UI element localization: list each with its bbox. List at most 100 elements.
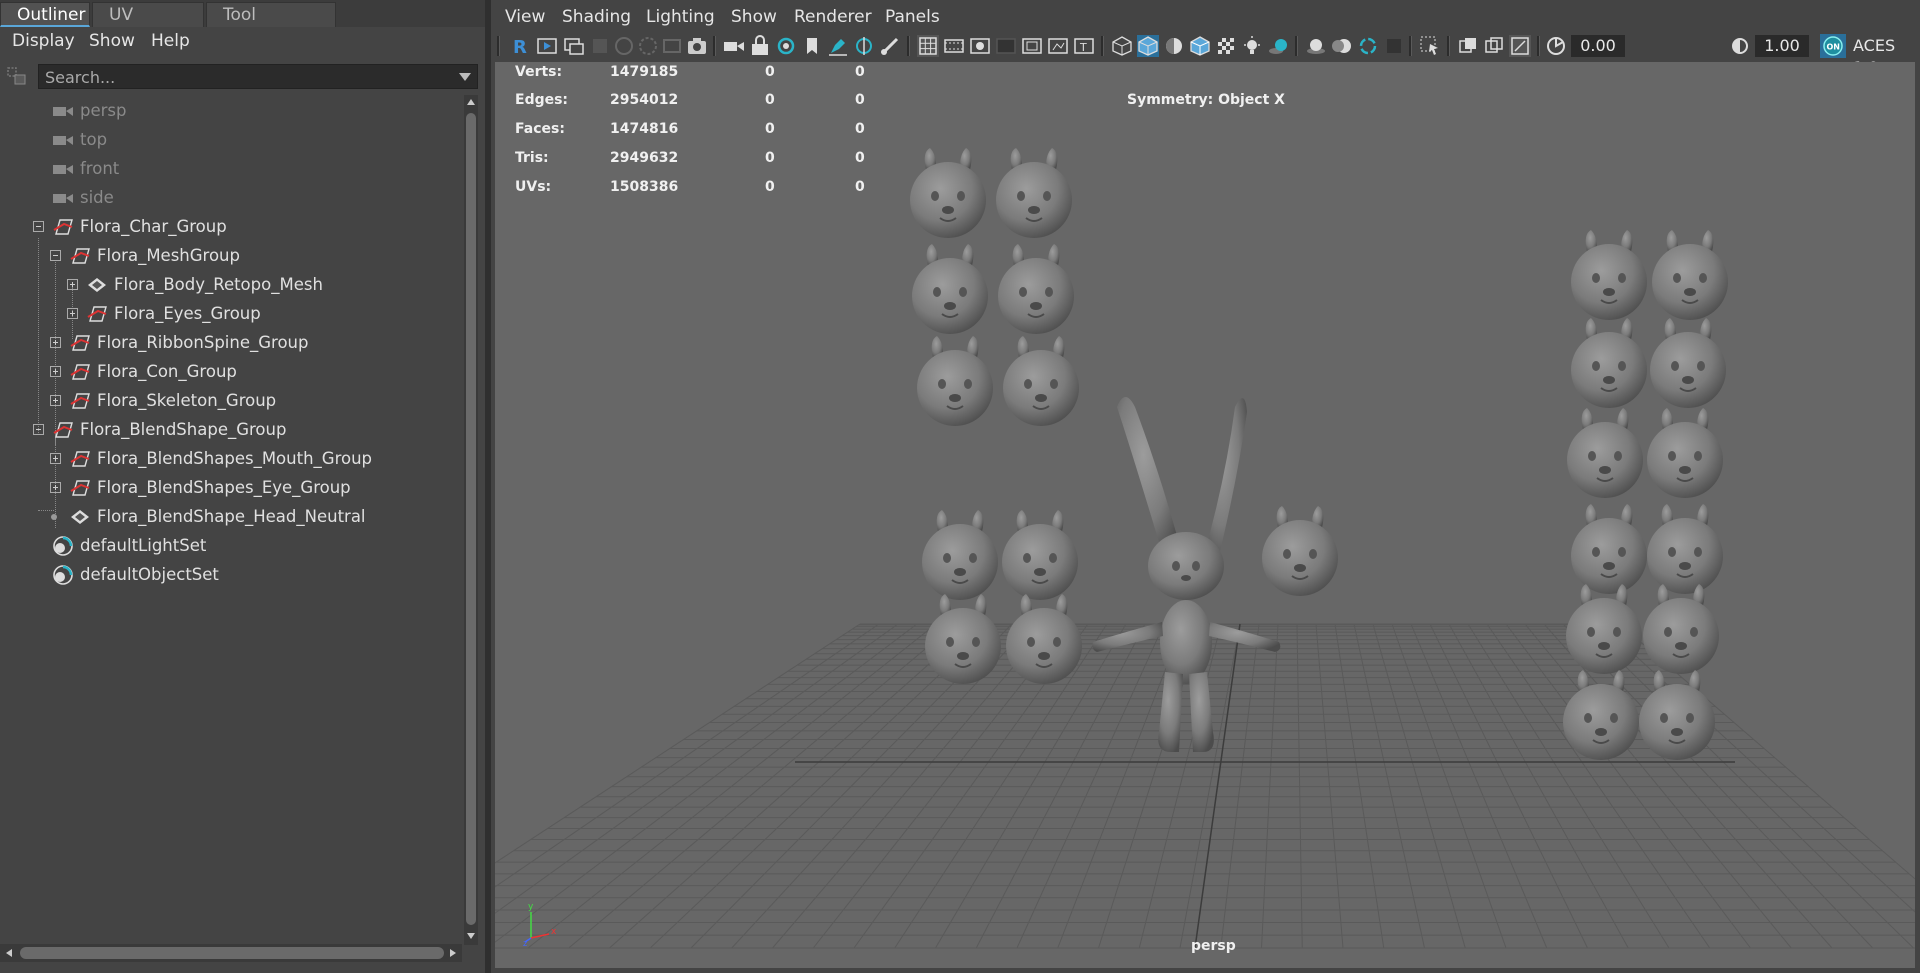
expand-icon[interactable]: [67, 308, 78, 319]
menu-panels[interactable]: Panels: [885, 7, 940, 27]
grid-icon[interactable]: [917, 35, 939, 57]
gamma-icon[interactable]: [1729, 35, 1751, 57]
3d-viewport[interactable]: Verts: 1479185 0 0 Edges: 2954012 0 0 Fa…: [495, 62, 1915, 968]
list-item[interactable]: Flora_RibbonSpine_Group: [0, 329, 462, 357]
scrollbar-thumb[interactable]: [466, 113, 476, 925]
tab-outliner[interactable]: Outliner: [0, 2, 90, 27]
list-item[interactable]: Flora_BlendShapes_Mouth_Group: [0, 445, 462, 473]
collapse-icon[interactable]: [33, 221, 44, 232]
gamma-field[interactable]: 1.00: [1755, 35, 1809, 57]
menu-view[interactable]: View: [505, 7, 545, 27]
anti-aliasing-icon[interactable]: [1357, 35, 1379, 57]
menu-shading[interactable]: Shading: [562, 7, 631, 27]
search-field[interactable]: [38, 64, 478, 89]
safe-action-icon[interactable]: [1047, 35, 1069, 57]
list-item[interactable]: front: [0, 155, 462, 183]
ambient-occlusion-icon[interactable]: [1305, 35, 1327, 57]
list-item[interactable]: defaultObjectSet: [0, 561, 462, 589]
collapse-icon[interactable]: [33, 424, 44, 435]
resolution-gate-icon[interactable]: [969, 35, 991, 57]
collapse-icon[interactable]: [50, 250, 61, 261]
expand-icon[interactable]: [50, 395, 61, 406]
camera-attributes-icon[interactable]: [536, 35, 558, 57]
menu-show[interactable]: Show: [89, 31, 135, 51]
color-management-icon[interactable]: ON: [1820, 34, 1846, 58]
camera-settings-icon[interactable]: [775, 35, 797, 57]
expand-icon[interactable]: [50, 453, 61, 464]
image-plane-icon[interactable]: [589, 35, 611, 57]
search-dropdown-icon[interactable]: [459, 73, 471, 81]
list-item[interactable]: Flora_Char_Group: [0, 213, 462, 241]
list-item[interactable]: Flora_BlendShape_Head_Neutral: [0, 503, 462, 531]
expand-icon[interactable]: [50, 482, 61, 493]
shadows-icon[interactable]: [1267, 35, 1289, 57]
tab-tool-settings[interactable]: Tool Settings: [206, 2, 336, 50]
grid-toggle-icon[interactable]: [613, 35, 635, 57]
wireframe-icon[interactable]: [1111, 35, 1133, 57]
list-item[interactable]: Flora_BlendShapes_Eye_Group: [0, 474, 462, 502]
horizontal-scrollbar[interactable]: [0, 944, 462, 962]
smooth-shade-icon[interactable]: [1137, 35, 1159, 57]
textured-icon[interactable]: [1215, 35, 1237, 57]
list-item[interactable]: Flora_MeshGroup: [0, 242, 462, 270]
menu-help[interactable]: Help: [151, 31, 190, 51]
motion-blur-icon[interactable]: [1331, 35, 1353, 57]
film-gate-icon[interactable]: [943, 35, 965, 57]
gate-mask-icon[interactable]: [995, 35, 1017, 57]
list-item[interactable]: Flora_Body_Retopo_Mesh: [0, 271, 462, 299]
list-item[interactable]: side: [0, 184, 462, 212]
view-transform-dropdown[interactable]: ACES 1.0: [1849, 35, 1920, 77]
snapshot-icon[interactable]: [686, 35, 708, 57]
menu-lighting[interactable]: Lighting: [646, 7, 715, 27]
scroll-up-icon[interactable]: [466, 97, 476, 107]
wireframe-on-shaded-icon[interactable]: [1189, 35, 1211, 57]
scroll-left-icon[interactable]: [4, 948, 14, 958]
list-item[interactable]: top: [0, 126, 462, 154]
expand-icon[interactable]: [50, 366, 61, 377]
expand-icon[interactable]: [67, 279, 78, 290]
menu-show[interactable]: Show: [731, 7, 777, 27]
isolate-select-icon[interactable]: [1419, 35, 1441, 57]
tab-uv-editor[interactable]: UV Editor: [92, 2, 204, 50]
scene-view[interactable]: [495, 62, 1915, 968]
exposure-icon[interactable]: [1545, 35, 1567, 57]
select-camera-icon[interactable]: R: [509, 35, 531, 57]
manipulator-icon[interactable]: [853, 35, 875, 57]
list-item[interactable]: Flora_Skeleton_Group: [0, 387, 462, 415]
menu-display[interactable]: Display: [12, 31, 75, 51]
list-item[interactable]: defaultLightSet: [0, 532, 462, 560]
resolution-gate-icon[interactable]: [661, 35, 683, 57]
scroll-right-icon[interactable]: [448, 948, 458, 958]
filter-icon[interactable]: [6, 65, 28, 87]
group-icon: [70, 393, 90, 409]
field-chart-icon[interactable]: [1021, 35, 1043, 57]
default-material-icon[interactable]: [1163, 35, 1185, 57]
camera-icon[interactable]: [723, 35, 745, 57]
list-item[interactable]: Flora_BlendShape_Group: [0, 416, 462, 444]
lock-camera-icon[interactable]: [749, 35, 771, 57]
xray-joints-icon[interactable]: [1483, 35, 1505, 57]
menu-renderer[interactable]: Renderer: [794, 7, 872, 27]
list-item[interactable]: persp: [0, 97, 462, 125]
expand-icon[interactable]: [50, 337, 61, 348]
depth-of-field-icon[interactable]: [1383, 35, 1405, 57]
scrollbar-thumb[interactable]: [20, 947, 444, 959]
blendshape-head: [1566, 584, 1642, 674]
vertical-scrollbar[interactable]: [464, 95, 478, 945]
exposure-field[interactable]: 0.00: [1571, 35, 1625, 57]
xray-icon[interactable]: [1457, 35, 1479, 57]
pen-icon[interactable]: [827, 35, 849, 57]
safe-title-icon[interactable]: T: [1073, 35, 1095, 57]
bookmarks-icon[interactable]: [563, 35, 585, 57]
list-item[interactable]: Flora_Con_Group: [0, 358, 462, 386]
film-gate-icon[interactable]: [637, 35, 659, 57]
bookmark-icon[interactable]: [801, 35, 823, 57]
xray-components-icon[interactable]: [1509, 35, 1531, 57]
list-item[interactable]: Flora_Eyes_Group: [0, 300, 462, 328]
lights-icon[interactable]: [1241, 35, 1263, 57]
scroll-down-icon[interactable]: [466, 931, 476, 941]
brush-icon[interactable]: [879, 35, 901, 57]
blendshape-head: [1003, 336, 1079, 426]
search-input[interactable]: [43, 66, 447, 89]
axis-gizmo: y x z: [523, 902, 557, 946]
